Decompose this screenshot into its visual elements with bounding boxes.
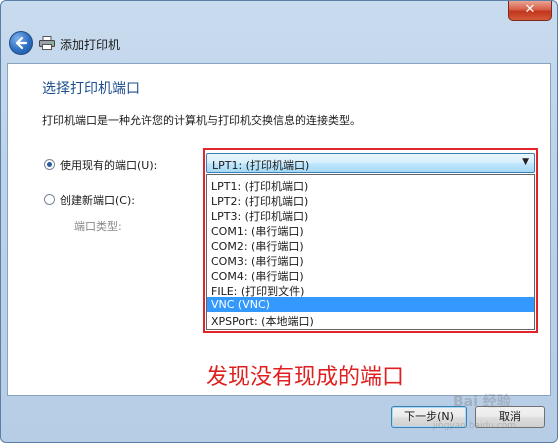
port-option-lpt3[interactable]: LPT3: (打印机端口) [207, 207, 534, 223]
back-button[interactable] [9, 31, 33, 55]
title-bar: 添加打印机 [7, 29, 547, 59]
port-option-com2[interactable]: COM2: (串行端口) [207, 237, 534, 253]
page-heading: 选择打印机端口 [42, 81, 140, 97]
port-option-com3[interactable]: COM3: (串行端口) [207, 252, 534, 268]
annotation-caption: 发现没有现成的端口 [206, 365, 405, 390]
port-option-xpsport[interactable]: XPSPort: (本地端口) [207, 312, 534, 328]
port-option-com4[interactable]: COM4: (串行端口) [207, 267, 534, 283]
port-option-lpt2[interactable]: LPT2: (打印机端口) [207, 192, 534, 208]
wizard-content: 选择打印机端口 打印机端口是一种允许您的计算机与打印机交换信息的连接类型。 使用… [7, 63, 551, 396]
use-existing-port-label[interactable]: 使用现有的端口(U): [60, 157, 157, 173]
create-new-port-radio[interactable] [44, 194, 55, 205]
existing-port-select[interactable]: LPT1: (打印机端口) ▼ [206, 153, 535, 173]
port-option-vnc[interactable]: VNC (VNC) [207, 297, 534, 312]
watermark-logo: Bai 经验 [453, 394, 511, 410]
create-new-port-label[interactable]: 创建新端口(C): [60, 192, 135, 208]
add-printer-window: ✕ 添加打印机 选择打印机端口 打印机端口是一种允许您的计算机与打印机交换信息的… [0, 0, 558, 443]
port-option-com1[interactable]: COM1: (串行端口) [207, 222, 534, 238]
use-existing-port-radio[interactable] [44, 159, 55, 170]
back-arrow-icon [15, 36, 28, 50]
window-title: 添加打印机 [60, 38, 121, 52]
existing-port-selected-value: LPT1: (打印机端口) [212, 159, 310, 172]
watermark-url: jingyan.baidu.com [433, 421, 517, 431]
close-button[interactable]: ✕ [508, 1, 552, 21]
port-option-lpt1[interactable]: LPT1: (打印机端口) [207, 177, 534, 193]
port-type-label: 端口类型: [74, 220, 122, 233]
chevron-down-icon: ▼ [522, 157, 529, 167]
page-description: 打印机端口是一种允许您的计算机与打印机交换信息的连接类型。 [42, 114, 361, 127]
port-option-file[interactable]: FILE: (打印到文件) [207, 282, 534, 298]
close-icon: ✕ [524, 2, 536, 17]
port-dropdown-list: LPT1: (打印机端口) LPT2: (打印机端口) LPT3: (打印机端口… [206, 174, 535, 330]
printer-icon [39, 36, 55, 50]
